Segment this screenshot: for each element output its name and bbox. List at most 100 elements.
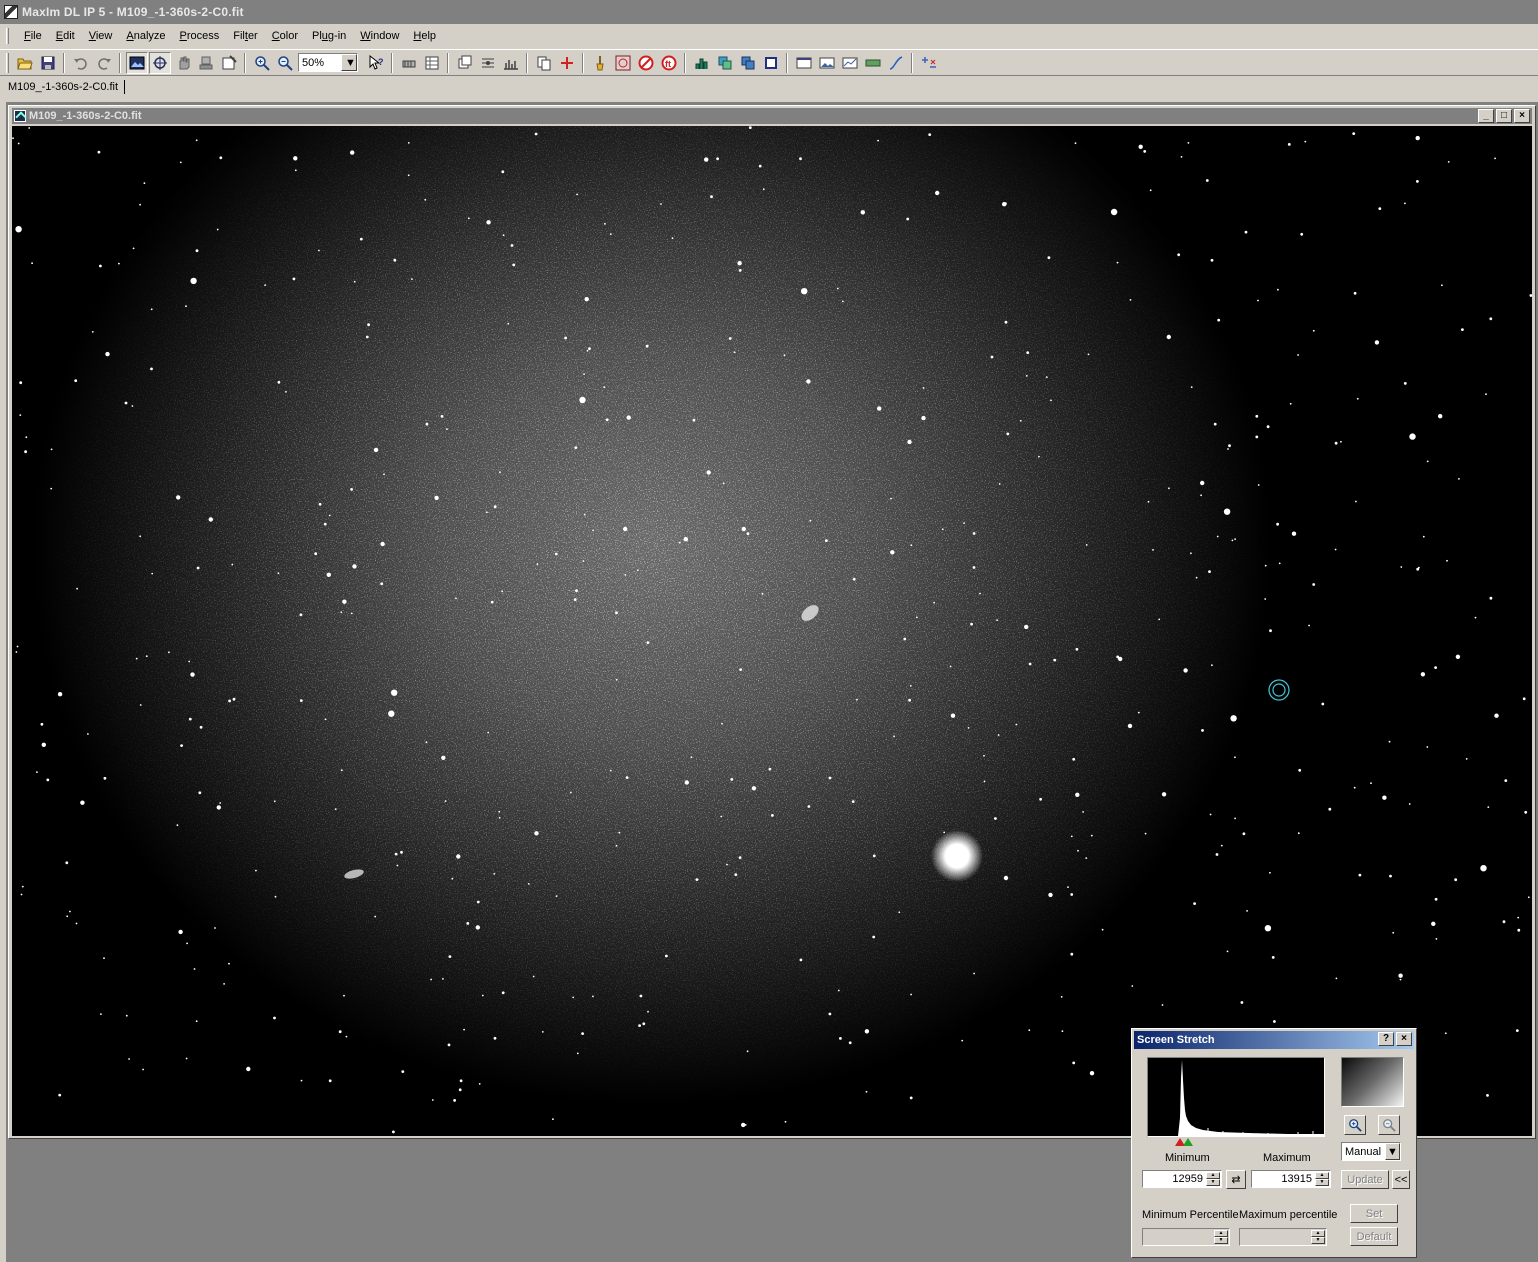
chevron-down-icon[interactable]: ▼ xyxy=(1385,1143,1400,1160)
zoom-in-icon[interactable] xyxy=(251,52,273,74)
plus-minus-icon[interactable] xyxy=(918,52,940,74)
menu-window[interactable]: Window xyxy=(353,28,406,44)
frame-icon[interactable] xyxy=(760,52,782,74)
fourier-icon[interactable]: ft xyxy=(658,52,680,74)
zoom-in-icon[interactable] xyxy=(1344,1115,1366,1135)
star xyxy=(1502,920,1506,924)
spin-down-icon[interactable]: ▼ xyxy=(1311,1237,1325,1244)
document-icon[interactable] xyxy=(14,110,26,122)
overlay-icon[interactable] xyxy=(737,52,759,74)
star xyxy=(893,735,895,738)
star xyxy=(179,161,182,164)
redo-icon[interactable] xyxy=(93,52,115,74)
undo-icon[interactable] xyxy=(70,52,92,74)
window-bar-icon[interactable] xyxy=(862,52,884,74)
save-icon[interactable] xyxy=(37,52,59,74)
image-window-titlebar[interactable]: M109_-1-360s-2-C0.fit _ □ × xyxy=(12,108,1532,124)
crosshair-select-icon[interactable] xyxy=(148,51,171,74)
histogram-panel[interactable] xyxy=(1147,1057,1325,1137)
menu-filter[interactable]: Filter xyxy=(226,28,264,44)
info-window-icon[interactable] xyxy=(218,52,240,74)
star xyxy=(31,262,33,265)
close-icon[interactable]: × xyxy=(1514,109,1530,123)
star-field-image[interactable] xyxy=(12,126,1532,1136)
layers-icon[interactable] xyxy=(714,52,736,74)
star xyxy=(1215,853,1219,856)
collapse-button[interactable]: << xyxy=(1392,1170,1410,1189)
stack-icon[interactable] xyxy=(454,52,476,74)
context-help-icon[interactable]: ? xyxy=(365,52,387,74)
brush-icon[interactable] xyxy=(589,52,611,74)
menu-edit[interactable]: Edit xyxy=(49,28,82,44)
filter-kernel-icon[interactable] xyxy=(612,52,634,74)
spin-down-icon[interactable]: ▼ xyxy=(1315,1179,1329,1186)
spin-up-icon[interactable]: ▲ xyxy=(1311,1230,1325,1237)
window-a-icon[interactable] xyxy=(793,52,815,74)
observatory-control-icon[interactable] xyxy=(421,52,443,74)
menu-color[interactable]: Color xyxy=(265,28,305,44)
curve-icon[interactable] xyxy=(885,52,907,74)
stamp-icon[interactable] xyxy=(195,52,217,74)
swap-icon[interactable]: ⇄ xyxy=(1226,1170,1246,1189)
screen-stretch-titlebar[interactable]: Screen Stretch ? × xyxy=(1134,1031,1414,1049)
camera-control-icon[interactable] xyxy=(398,52,420,74)
window-image-icon[interactable] xyxy=(816,52,838,74)
document-tab[interactable]: M109_-1-360s-2-C0.fit xyxy=(8,80,126,94)
chevron-down-icon[interactable]: ▼ xyxy=(341,54,357,71)
no-entry-icon[interactable] xyxy=(635,52,657,74)
star xyxy=(353,280,356,283)
menu-view[interactable]: View xyxy=(82,28,120,44)
minimize-icon[interactable]: _ xyxy=(1478,109,1494,123)
image-view-icon[interactable] xyxy=(125,51,148,74)
star xyxy=(1085,857,1088,859)
maximum-input[interactable]: 13915 ▲ ▼ xyxy=(1251,1170,1331,1188)
crosshair-icon[interactable] xyxy=(556,52,578,74)
menu-analyze[interactable]: Analyze xyxy=(119,28,172,44)
min-percentile-input[interactable]: ▲ ▼ xyxy=(1142,1228,1230,1246)
maximum-marker[interactable] xyxy=(1183,1138,1193,1146)
window-graph-icon[interactable] xyxy=(839,52,861,74)
star xyxy=(758,164,762,168)
histogram-icon[interactable] xyxy=(691,52,713,74)
toolbar-grip[interactable] xyxy=(6,52,9,73)
maximize-icon[interactable]: □ xyxy=(1496,109,1512,123)
star xyxy=(856,698,858,701)
menu-process[interactable]: Process xyxy=(173,28,227,44)
stretch-mode-select[interactable]: Manual ▼ xyxy=(1341,1142,1401,1161)
app-icon[interactable] xyxy=(4,5,18,19)
star xyxy=(100,1013,102,1015)
star xyxy=(1434,897,1438,901)
star xyxy=(195,249,199,253)
spin-up-icon[interactable]: ▲ xyxy=(1206,1172,1220,1179)
spin-up-icon[interactable]: ▲ xyxy=(1315,1172,1329,1179)
pan-hand-icon[interactable] xyxy=(172,52,194,74)
menu-help[interactable]: Help xyxy=(406,28,443,44)
copy-icon[interactable] xyxy=(533,52,555,74)
image-canvas[interactable] xyxy=(12,126,1532,1136)
default-button[interactable]: Default xyxy=(1350,1227,1398,1246)
align-icon[interactable] xyxy=(477,52,499,74)
star xyxy=(1168,487,1170,490)
star xyxy=(979,592,981,595)
menu-grip[interactable] xyxy=(6,28,9,44)
star xyxy=(1242,832,1246,836)
spin-up-icon[interactable]: ▲ xyxy=(1214,1230,1228,1237)
calibrate-icon[interactable] xyxy=(500,52,522,74)
zoom-out-icon[interactable] xyxy=(1378,1115,1400,1135)
zoom-out-icon[interactable] xyxy=(274,52,296,74)
star xyxy=(1298,768,1302,772)
max-percentile-input[interactable]: ▲ ▼ xyxy=(1239,1228,1327,1246)
help-button[interactable]: ? xyxy=(1378,1032,1394,1046)
zoom-level-select[interactable]: 50% ▼ xyxy=(298,53,358,72)
spin-down-icon[interactable]: ▼ xyxy=(1214,1237,1228,1244)
menu-plugin[interactable]: Plug-in xyxy=(305,28,353,44)
minimum-input[interactable]: 12959 ▲ ▼ xyxy=(1142,1170,1222,1188)
menu-file[interactable]: File xyxy=(17,28,49,44)
close-button[interactable]: × xyxy=(1396,1032,1412,1046)
update-button[interactable]: Update xyxy=(1341,1170,1389,1189)
star xyxy=(383,473,385,476)
set-button[interactable]: Set xyxy=(1350,1204,1398,1223)
open-icon[interactable] xyxy=(14,52,36,74)
star xyxy=(1246,910,1248,912)
spin-down-icon[interactable]: ▼ xyxy=(1206,1179,1220,1186)
